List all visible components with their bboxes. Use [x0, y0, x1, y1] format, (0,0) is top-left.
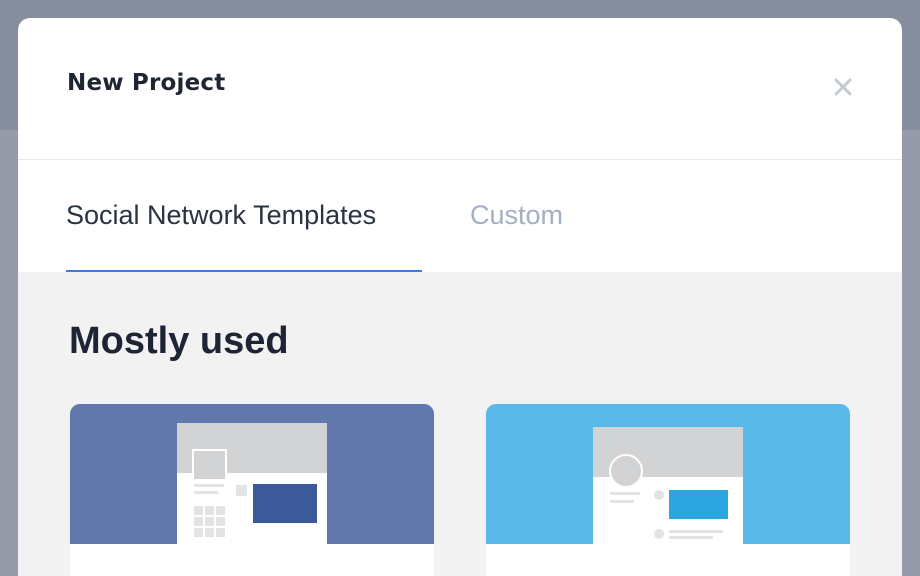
twitter-template-preview [486, 404, 850, 544]
modal-header: New Project [18, 18, 902, 160]
twitter-template-card[interactable] [486, 404, 850, 576]
tab-social-network-templates[interactable]: Social Network Templates [66, 200, 376, 231]
tab-custom[interactable]: Custom [470, 200, 563, 231]
new-project-modal: New Project Social Network Templates Cus… [18, 18, 902, 576]
section-title: Mostly used [69, 320, 289, 362]
modal-title: New Project [67, 70, 226, 96]
facebook-template-preview [70, 404, 434, 544]
templates-panel: Mostly used [18, 272, 902, 576]
facebook-template-card[interactable] [70, 404, 434, 576]
close-icon [834, 78, 852, 96]
twitter-layout-icon [593, 427, 743, 544]
close-button[interactable] [830, 74, 856, 100]
facebook-layout-icon [177, 423, 327, 544]
template-tabs: Social Network Templates Custom [18, 160, 902, 272]
